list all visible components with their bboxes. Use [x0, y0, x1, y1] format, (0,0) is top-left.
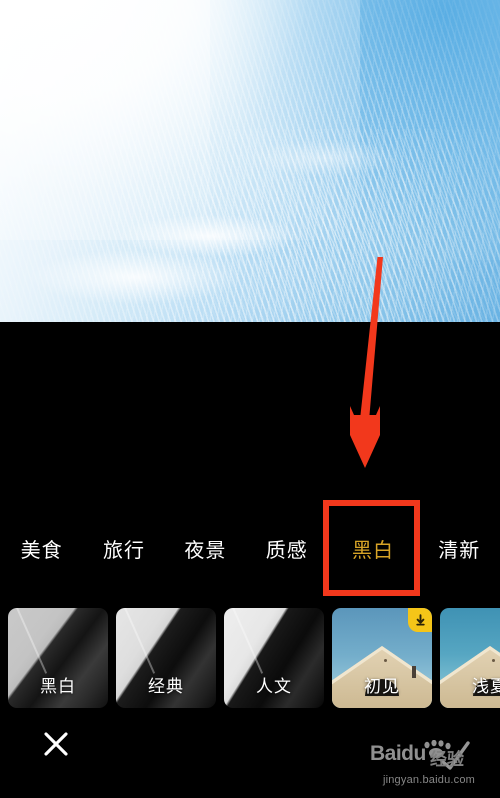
filter-thumbnail-chujian[interactable]: 初见: [332, 608, 432, 708]
filter-category-tabs[interactable]: 美食 旅行 夜景 质感 黑白 清新: [0, 526, 500, 570]
category-tab-yejing[interactable]: 夜景: [165, 534, 246, 563]
category-tab-heibai[interactable]: 黑白: [328, 534, 419, 563]
cloud-wisp: [250, 140, 400, 176]
bottom-action-bar: Baidu 经验 jingyan.baidu.com: [0, 708, 500, 798]
category-tab-meishi[interactable]: 美食: [0, 534, 83, 563]
roof-detail-dot: [492, 659, 495, 662]
category-tab-qingxin[interactable]: 清新: [419, 534, 500, 563]
filter-thumbnail-heibai[interactable]: 黑白: [8, 608, 108, 708]
download-badge[interactable]: [408, 608, 432, 632]
watermark-brand-cn: 经验: [430, 750, 464, 770]
close-x-icon: [44, 732, 68, 756]
category-tab-zhigan[interactable]: 质感: [246, 534, 327, 563]
cloud-wisp: [30, 250, 240, 304]
baidu-jingyan-watermark: Baidu 经验 jingyan.baidu.com: [364, 738, 494, 786]
filter-thumbnail-qianxia[interactable]: 浅夏: [440, 608, 500, 708]
filter-thumbnail-label: 黑白: [40, 677, 76, 697]
filter-thumbnail-label: 经典: [148, 677, 184, 697]
phone-screen: 美食 旅行 夜景 质感 黑白 清新 黑白 经典 人文 初见 浅夏 Baidu 经…: [0, 0, 500, 798]
cloud-bright-haze: [0, 0, 360, 240]
filter-thumbnail-list[interactable]: 黑白 经典 人文 初见 浅夏: [0, 608, 500, 708]
close-button[interactable]: [36, 724, 76, 764]
filter-thumbnail-label: 人文: [256, 677, 292, 697]
download-icon: [415, 613, 425, 625]
category-tab-lvxing[interactable]: 旅行: [83, 534, 164, 563]
filter-thumbnail-label: 初见: [364, 677, 400, 697]
filter-thumbnail-label: 浅夏: [472, 677, 500, 697]
filter-thumbnail-renwen[interactable]: 人文: [224, 608, 324, 708]
roof-detail-dot: [384, 659, 387, 662]
watermark-url: jingyan.baidu.com: [382, 774, 476, 786]
filter-thumbnail-jingdian[interactable]: 经典: [116, 608, 216, 708]
sky-photo-preview[interactable]: [0, 0, 500, 322]
watermark-brand-latin: Baidu: [370, 742, 426, 765]
